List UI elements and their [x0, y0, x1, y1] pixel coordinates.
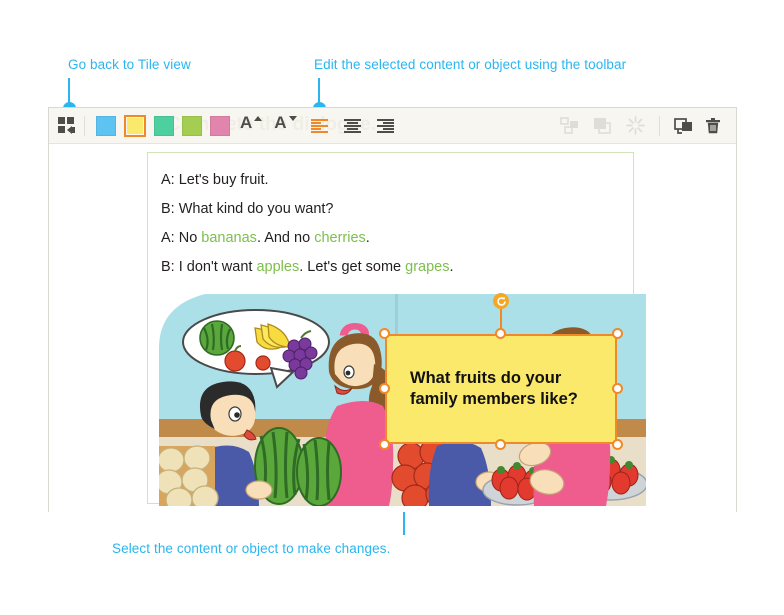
- duplicate-icon: [674, 117, 692, 134]
- dialogue-text-run: I don't want: [174, 259, 257, 275]
- highlight-word: bananas: [201, 230, 257, 246]
- align-right-icon: [376, 118, 394, 133]
- arrange-icon: [594, 117, 611, 134]
- dialogue-text-run: Let's buy fruit.: [174, 172, 269, 188]
- triangle-down-icon: [288, 115, 297, 121]
- align-center-button[interactable]: [336, 113, 369, 139]
- triangle-up-icon: [254, 115, 263, 121]
- color-swatch-pink[interactable]: [206, 113, 234, 139]
- trash-icon: [706, 117, 720, 133]
- highlight-word: grapes: [405, 259, 450, 275]
- annotation-select-object: Select the content or object to make cha…: [112, 541, 391, 556]
- toolbar: Complete the dialogue. A A: [49, 108, 736, 144]
- dialogue-text-run: No: [174, 230, 202, 246]
- handle-top-right[interactable]: [612, 328, 623, 339]
- dialogue-text-run: .: [365, 230, 370, 246]
- handle-bottom-right[interactable]: [612, 439, 623, 450]
- font-size-decrease-button[interactable]: A: [274, 112, 297, 139]
- dialogue-line: A: Let's buy fruit.: [161, 166, 631, 195]
- color-swatch-blue[interactable]: [92, 113, 120, 139]
- highlight-word: apples: [256, 259, 300, 275]
- align-center-icon: [343, 118, 361, 133]
- dialogue-line: B: I don't want apples. Let's get some g…: [161, 253, 631, 282]
- sparkle-icon: [626, 116, 645, 135]
- handle-middle-left[interactable]: [379, 383, 390, 394]
- annotation-tile-view: Go back to Tile view: [68, 57, 191, 72]
- effects-button: [626, 113, 645, 139]
- color-swatch-yellow[interactable]: [120, 113, 150, 139]
- dialogue-text-run: . And no: [256, 230, 315, 246]
- dialogue-text[interactable]: A: Let's buy fruit. B: What kind do you w…: [161, 166, 631, 282]
- rotate-icon: [496, 296, 506, 306]
- handle-top-left[interactable]: [379, 328, 390, 339]
- textbox-line-1: What fruits do your: [410, 369, 562, 387]
- dialogue-text-run: .: [449, 259, 454, 275]
- tile-view-button[interactable]: [58, 113, 77, 139]
- color-swatch-green[interactable]: [150, 113, 178, 139]
- selected-textbox[interactable]: What fruits do your family members like?: [379, 293, 623, 450]
- font-decrease-label: A: [274, 112, 287, 132]
- textbox-text: What fruits do your family members like?: [387, 368, 578, 410]
- dialogue-text-run: . Let's get some: [299, 259, 406, 275]
- align-right-button[interactable]: [369, 113, 402, 139]
- delete-button[interactable]: [705, 113, 721, 139]
- handle-top-center[interactable]: [495, 328, 506, 339]
- highlight-word: cherries: [314, 230, 366, 246]
- dialogue-speaker: A:: [161, 230, 175, 246]
- align-left-button[interactable]: [303, 113, 336, 139]
- dialogue-speaker: A:: [161, 172, 175, 188]
- dialogue-speaker: B:: [161, 201, 175, 217]
- tile-view-icon: [58, 117, 77, 134]
- duplicate-button[interactable]: [674, 113, 694, 139]
- font-increase-label: A: [240, 112, 253, 132]
- swatch-olive-icon: [182, 115, 202, 136]
- annotation-line-toolbar: [318, 78, 320, 106]
- arrange-button: [593, 113, 612, 139]
- canvas[interactable]: A: Let's buy fruit. B: What kind do you w…: [49, 144, 736, 512]
- swatch-blue-icon: [96, 115, 116, 136]
- group-button: [560, 113, 579, 139]
- dialogue-text-run: What kind do you want?: [174, 201, 334, 217]
- font-size-increase-button[interactable]: A: [240, 112, 263, 139]
- annotation-toolbar: Edit the selected content or object usin…: [314, 57, 627, 72]
- color-swatch-olive[interactable]: [178, 113, 206, 139]
- toolbar-divider-1: [84, 115, 85, 136]
- group-icon: [560, 116, 578, 134]
- handle-bottom-left[interactable]: [379, 439, 390, 450]
- handle-middle-right[interactable]: [612, 383, 623, 394]
- app-window: Complete the dialogue. A A A: Let's buy …: [48, 107, 737, 512]
- swatch-pink-icon: [210, 115, 230, 136]
- swatch-yellow-icon: [124, 114, 146, 137]
- dialogue-line: A: No bananas. And no cherries.: [161, 224, 631, 253]
- dialogue-line: B: What kind do you want?: [161, 195, 631, 224]
- textbox-fill[interactable]: What fruits do your family members like?: [385, 334, 617, 444]
- swatch-green-icon: [154, 115, 174, 136]
- dialogue-speaker: B:: [161, 259, 175, 275]
- textbox-line-2: family members like?: [410, 390, 578, 408]
- toolbar-divider-2: [659, 115, 660, 136]
- rotate-handle[interactable]: [493, 293, 509, 309]
- annotation-line-tile-view: [68, 78, 70, 106]
- handle-bottom-center[interactable]: [495, 439, 506, 450]
- align-left-icon: [310, 118, 328, 133]
